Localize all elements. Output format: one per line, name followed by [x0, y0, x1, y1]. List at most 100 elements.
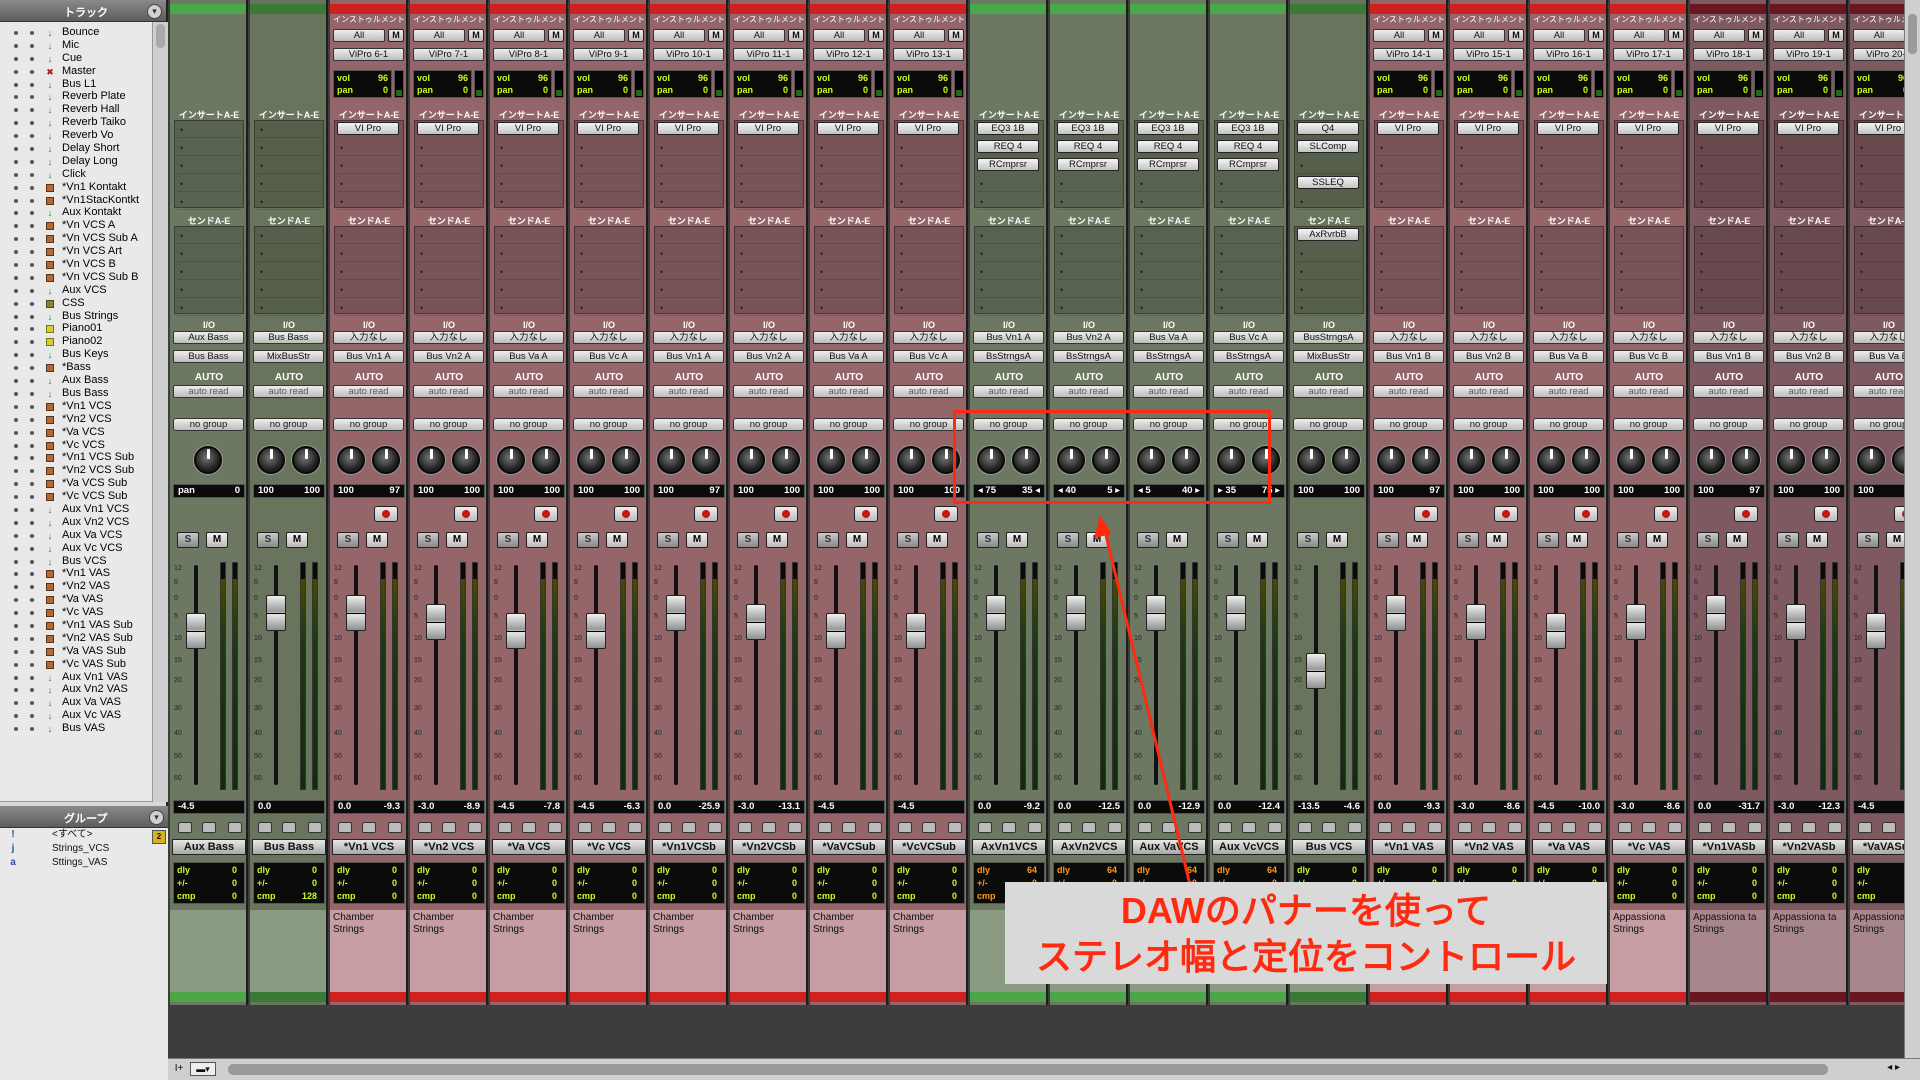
insert-slot-empty[interactable]: •: [897, 161, 961, 174]
track-show-dot[interactable]: [14, 95, 18, 100]
insert-plugin-button[interactable]: SSLEQ: [1297, 176, 1359, 189]
instrument-output-selector[interactable]: ViPro 13-1: [893, 48, 964, 61]
insert-plugin-button[interactable]: VI Pro: [817, 122, 879, 135]
insert-slot-empty[interactable]: •: [1617, 161, 1681, 174]
strip-tool-icon[interactable]: [1562, 822, 1576, 833]
send-slot-empty[interactable]: •: [737, 267, 801, 280]
input-selector[interactable]: 入力なし: [333, 331, 404, 344]
track-name-button[interactable]: Aux VcVCS: [1212, 839, 1286, 855]
mute-button[interactable]: M: [206, 532, 228, 548]
pan-knob-left[interactable]: [417, 446, 445, 474]
track-select-dot[interactable]: [30, 172, 34, 177]
output-selector[interactable]: MixBusStr: [253, 350, 324, 363]
track-select-dot[interactable]: [30, 649, 34, 654]
send-slot-empty[interactable]: •: [577, 231, 641, 244]
pan-knob-right[interactable]: [532, 446, 560, 474]
send-slot-empty[interactable]: •: [1777, 285, 1841, 298]
send-slot-empty[interactable]: •: [817, 285, 881, 298]
volume-fader-cap[interactable]: [746, 604, 766, 641]
midi-mute-button[interactable]: M: [1828, 29, 1844, 42]
strip-tool-icon[interactable]: [682, 822, 696, 833]
group-selector[interactable]: no group: [253, 418, 324, 431]
insert-plugin-button[interactable]: VI Pro: [657, 122, 719, 135]
output-selector[interactable]: Bus Va A: [493, 350, 564, 363]
automation-mode-selector[interactable]: auto read: [1693, 385, 1764, 398]
track-list-item[interactable]: ↓ Delay Long: [0, 155, 166, 168]
send-slot-empty[interactable]: •: [817, 231, 881, 244]
strip-tool-icon[interactable]: [418, 822, 432, 833]
insert-slot-empty[interactable]: •: [1457, 179, 1521, 192]
send-slot-empty[interactable]: •: [1777, 249, 1841, 262]
strip-tool-icon[interactable]: [788, 822, 802, 833]
insert-slot-empty[interactable]: •: [497, 143, 561, 156]
mute-button[interactable]: M: [1566, 532, 1588, 548]
track-show-dot[interactable]: [14, 250, 18, 255]
strip-tool-icon[interactable]: [1348, 822, 1362, 833]
pan-knob-right[interactable]: [1412, 446, 1440, 474]
insert-slot-empty[interactable]: •: [417, 143, 481, 156]
group-list-item[interactable]: a Sttings_VAS: [0, 856, 168, 870]
pan-knob-right[interactable]: [1812, 446, 1840, 474]
insert-plugin-button[interactable]: REQ 4: [1137, 140, 1199, 153]
insert-slot-empty[interactable]: •: [1537, 161, 1601, 174]
track-show-dot[interactable]: [14, 727, 18, 732]
send-slot-empty[interactable]: •: [177, 303, 241, 316]
pan-knob-left[interactable]: [1697, 446, 1725, 474]
insert-plugin-button[interactable]: RCmprsr: [1137, 158, 1199, 171]
send-slot-empty[interactable]: •: [177, 267, 241, 280]
volume-fader-cap[interactable]: [1386, 595, 1406, 632]
volume-fader-cap[interactable]: [1706, 595, 1726, 632]
track-select-dot[interactable]: [30, 714, 34, 719]
track-select-dot[interactable]: [30, 69, 34, 74]
track-show-dot[interactable]: [14, 520, 18, 525]
track-select-dot[interactable]: [30, 572, 34, 577]
send-slot-empty[interactable]: •: [1057, 231, 1121, 244]
track-select-dot[interactable]: [30, 314, 34, 319]
solo-button[interactable]: S: [177, 532, 199, 548]
track-select-dot[interactable]: [30, 636, 34, 641]
midi-input-selector[interactable]: All: [1453, 29, 1505, 42]
track-list-item[interactable]: *Va VCS: [0, 426, 166, 439]
track-list-item[interactable]: *Vn1 VCS: [0, 400, 166, 413]
output-selector[interactable]: Bus Vn2 B: [1773, 350, 1844, 363]
track-color-bar[interactable]: [1370, 4, 1446, 14]
record-arm-button[interactable]: [534, 506, 558, 522]
insert-slot-empty[interactable]: •: [1697, 197, 1761, 210]
track-select-dot[interactable]: [30, 469, 34, 474]
send-slot-empty[interactable]: •: [737, 285, 801, 298]
insert-plugin-button[interactable]: EQ3 1B: [977, 122, 1039, 135]
group-selector[interactable]: no group: [333, 418, 404, 431]
solo-button[interactable]: S: [1297, 532, 1319, 548]
automation-mode-selector[interactable]: auto read: [333, 385, 404, 398]
strip-tool-icon[interactable]: [1298, 822, 1312, 833]
automation-mode-selector[interactable]: auto read: [1213, 385, 1284, 398]
pan-knob-left[interactable]: [737, 446, 765, 474]
insert-slot-empty[interactable]: •: [977, 197, 1041, 210]
output-selector[interactable]: Bus Va B: [1533, 350, 1604, 363]
insert-plugin-button[interactable]: EQ3 1B: [1057, 122, 1119, 135]
volume-fader-cap[interactable]: [906, 613, 926, 649]
midi-input-selector[interactable]: All: [893, 29, 945, 42]
track-list-item[interactable]: ↓ Aux Vn2 VCS: [0, 516, 166, 529]
mute-button[interactable]: M: [1086, 532, 1108, 548]
track-show-dot[interactable]: [14, 572, 18, 577]
solo-button[interactable]: S: [257, 532, 279, 548]
input-selector[interactable]: Bus Vn2 A: [1053, 331, 1124, 344]
send-slot-empty[interactable]: •: [1137, 303, 1201, 316]
insert-slot-empty[interactable]: •: [577, 143, 641, 156]
track-select-dot[interactable]: [30, 520, 34, 525]
solo-button[interactable]: S: [977, 532, 999, 548]
insert-slot-empty[interactable]: •: [1057, 179, 1121, 192]
track-select-dot[interactable]: [30, 301, 34, 306]
pan-knob-right[interactable]: [1572, 446, 1600, 474]
send-slot-empty[interactable]: •: [1457, 285, 1521, 298]
solo-button[interactable]: S: [1057, 532, 1079, 548]
group-selector[interactable]: no group: [813, 418, 884, 431]
strip-tool-icon[interactable]: [1268, 822, 1282, 833]
insert-slot-empty[interactable]: •: [1297, 161, 1361, 174]
send-slot-empty[interactable]: •: [497, 285, 561, 298]
volume-fader-track[interactable]: [1474, 565, 1478, 785]
input-selector[interactable]: BusStrngsA: [1293, 331, 1364, 344]
insert-slot-empty[interactable]: •: [1457, 161, 1521, 174]
track-show-dot[interactable]: [14, 82, 18, 87]
